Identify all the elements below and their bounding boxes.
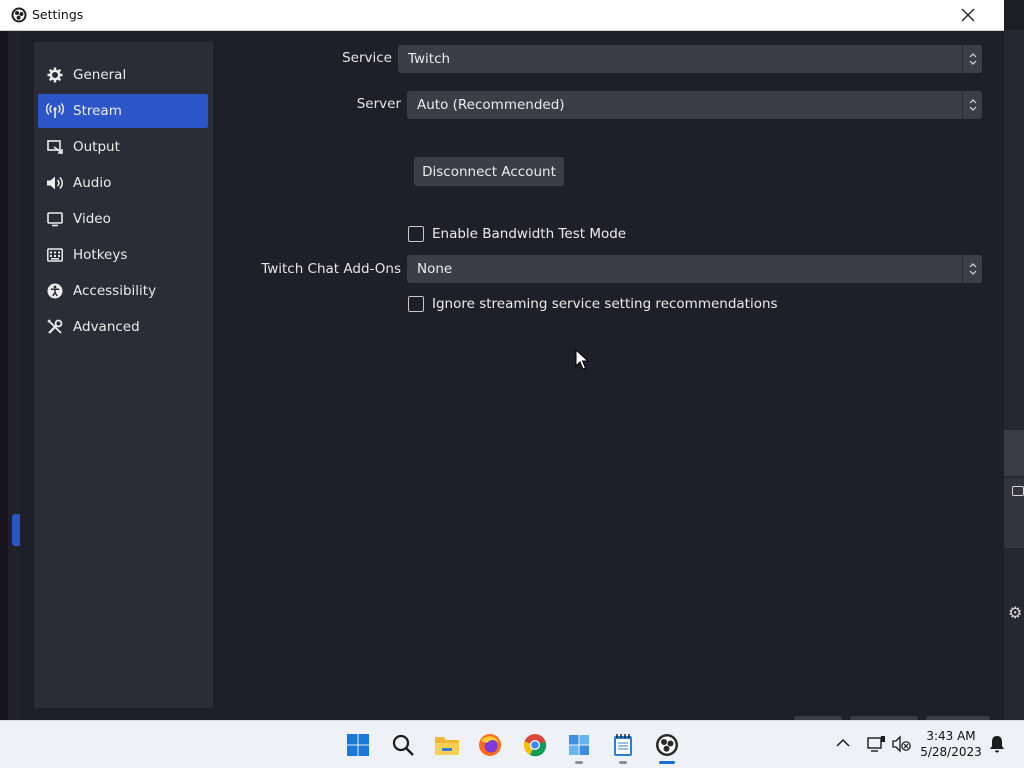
ignore-recommendations-checkbox-row[interactable]: Ignore streaming service setting recomme… [408,296,778,312]
control-panel-icon[interactable] [565,731,593,759]
obs-icon [11,7,27,23]
tools-icon [46,318,64,336]
background-selected-item [12,514,20,546]
service-value: Twitch [408,51,451,67]
close-icon [961,8,975,22]
clock-date: 5/28/2023 [920,745,982,759]
firefox-icon[interactable] [476,731,504,759]
obs-icon[interactable] [653,731,681,759]
ignore-recommendations-label: Ignore streaming service setting recomme… [432,296,778,312]
background-left-strip [0,0,8,720]
chat-addons-label: Twitch Chat Add-Ons [261,261,401,277]
taskbar [0,720,1024,768]
sidebar-item-hotkeys[interactable]: Hotkeys [38,238,208,272]
bandwidth-test-checkbox-row[interactable]: Enable Bandwidth Test Mode [408,226,626,242]
chevron-up-icon[interactable] [836,737,850,751]
service-label: Service [342,50,392,66]
clock-time: 3:43 AM [926,729,976,743]
service-select[interactable]: Twitch [398,45,982,73]
sidebar-item-label: Advanced [73,319,140,335]
sidebar-item-output[interactable]: Output [38,130,208,164]
close-button[interactable] [954,3,982,27]
updown-arrows-icon [962,45,982,73]
taskbar-running-indicator [575,761,583,764]
sidebar-item-label: General [73,67,127,83]
speaker-icon [46,174,64,192]
updown-arrows-icon [962,255,982,283]
sidebar-item-label: Hotkeys [73,247,128,263]
sidebar-item-label: Output [73,139,120,155]
server-label: Server [356,96,401,112]
sidebar-item-label: Stream [73,103,122,119]
ignore-recommendations-checkbox[interactable] [408,296,424,312]
sidebar-item-general[interactable]: General [38,58,208,92]
sidebar-item-label: Accessibility [73,283,157,299]
taskbar-clock[interactable]: 3:43 AM 5/28/2023 [916,728,986,760]
output-icon [46,138,64,156]
antenna-icon [46,102,64,120]
sidebar-item-stream[interactable]: Stream [38,94,208,128]
chat-addons-select[interactable]: None [407,255,982,283]
sidebar-item-video[interactable]: Video [38,202,208,236]
chat-addons-value: None [417,261,453,277]
background-left-panel [8,30,20,720]
accessibility-icon [46,282,64,300]
windows-start-icon[interactable] [344,731,372,759]
mouse-cursor-icon [575,349,589,370]
notepad-icon[interactable] [609,731,637,759]
updown-arrows-icon [962,91,982,119]
network-icon[interactable] [866,735,886,756]
background-gear-icon: ⚙ [1008,603,1023,622]
bandwidth-test-checkbox[interactable] [408,226,424,242]
file-explorer-icon[interactable] [433,731,461,759]
sidebar-item-audio[interactable]: Audio [38,166,208,200]
gear-icon [46,66,64,84]
disconnect-account-button[interactable]: Disconnect Account [414,157,564,186]
background-monitor-icon [1012,486,1024,496]
taskbar-running-indicator [619,761,627,764]
sidebar-item-label: Video [73,211,111,227]
title-bar: Settings [0,0,1004,31]
server-value: Auto (Recommended) [417,97,565,113]
taskbar-active-indicator [659,761,675,764]
sidebar-item-accessibility[interactable]: Accessibility [38,274,208,308]
settings-dialog: General Stream Output Audio Video Hotkey… [20,31,1004,720]
volume-muted-icon[interactable] [892,735,912,756]
bandwidth-test-label: Enable Bandwidth Test Mode [432,226,627,242]
sidebar-item-label: Audio [73,175,112,191]
keyboard-icon [46,246,64,264]
window-title: Settings [32,7,84,22]
settings-sidebar: General Stream Output Audio Video Hotkey… [34,42,213,708]
server-select[interactable]: Auto (Recommended) [407,91,982,119]
background-right-bar [1004,430,1024,476]
monitor-icon [46,210,64,228]
notification-icon[interactable] [988,735,1006,756]
search-icon[interactable] [389,731,417,759]
sidebar-item-advanced[interactable]: Advanced [38,310,208,344]
chrome-icon[interactable] [521,731,549,759]
